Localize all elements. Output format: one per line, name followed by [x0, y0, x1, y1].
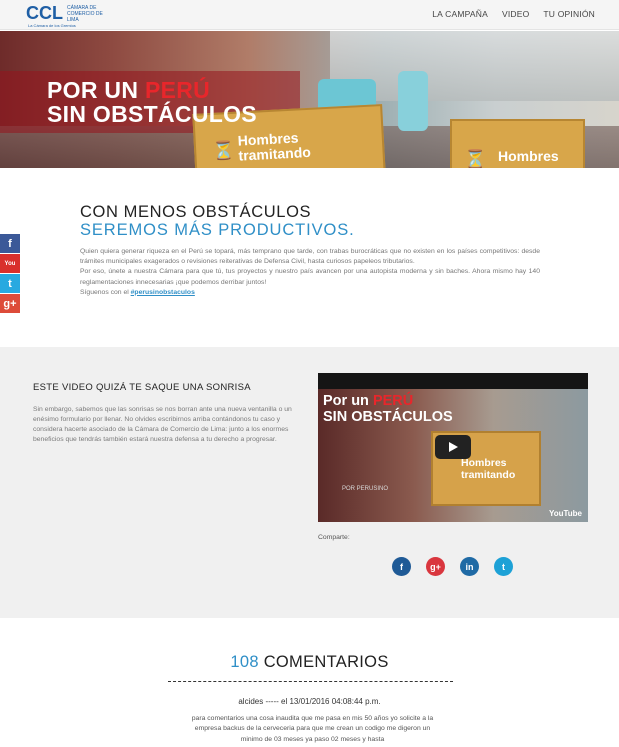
- hero-title-line2: SIN OBSTÁCULOS: [47, 101, 257, 127]
- intro-heading-line1: CON MENOS OBSTÁCULOS: [80, 203, 312, 221]
- intro-paragraph: Quien quiera generar riqueza en el Perú …: [80, 247, 540, 298]
- share-linkedin-icon[interactable]: in: [460, 557, 479, 576]
- nav-video[interactable]: VIDEO: [502, 9, 529, 19]
- video-section: ESTE VIDEO QUIZÁ TE SAQUE UNA SONRISA Si…: [0, 347, 619, 618]
- comments-label: COMENTARIOS: [263, 653, 389, 671]
- nav-la-campana[interactable]: LA CAMPAÑA: [432, 9, 488, 19]
- video-title-prefix: Por un: [323, 393, 373, 409]
- play-button[interactable]: [435, 435, 471, 459]
- share-label: Comparte:: [318, 534, 350, 541]
- share-google-plus-icon[interactable]: g+: [426, 557, 445, 576]
- sidebar-facebook-button[interactable]: f: [0, 234, 20, 253]
- hero-title-prefix: POR UN: [47, 77, 145, 103]
- hero-sign-right-text: Hombres: [498, 148, 559, 164]
- top-bar: CCL CÁMARA DE COMERCIO DE LIMA La Cámara…: [0, 0, 619, 30]
- logo-org-name: CÁMARA DE COMERCIO DE LIMA: [67, 4, 103, 23]
- social-sidebar: f You t g+: [0, 234, 20, 314]
- video-sign-text: Hombres tramitando: [461, 457, 516, 481]
- logo-tagline: La Cámara de los Gremios: [28, 23, 76, 28]
- hero-sign-left-text: Hombres tramitando: [237, 129, 312, 164]
- video-brand: POR PERUSINO: [342, 486, 389, 492]
- video-section-description: Sin embargo, sabemos que las sonrisas se…: [33, 406, 292, 443]
- hero-sign-right: ⏳ Hombres: [450, 119, 585, 168]
- comments-count: 108: [230, 653, 259, 671]
- comments-divider: [168, 681, 453, 682]
- sidebar-youtube-button[interactable]: You: [0, 254, 20, 273]
- hero-banner: ⏳ Hombres tramitando ⏳ Hombres POR UN PE…: [0, 31, 619, 168]
- ccl-logo[interactable]: CCL CÁMARA DE COMERCIO DE LIMA La Cámara…: [26, 3, 107, 28]
- main-nav: LA CAMPAÑA VIDEO TU OPINIÓN: [432, 9, 595, 19]
- comments-title: 108 COMENTARIOS: [0, 653, 619, 672]
- share-twitter-icon[interactable]: t: [494, 557, 513, 576]
- video-top-band: [318, 373, 588, 389]
- intro-paragraph2: Por eso, únete a nuestra Cámara para que…: [80, 268, 540, 286]
- video-player[interactable]: Por un PERÚ SIN OBSTÁCULOS Hombres trami…: [318, 373, 588, 522]
- video-title-overlay: Por un PERÚ SIN OBSTÁCULOS: [323, 393, 453, 425]
- intro-follow-text: Síguenos con el: [80, 288, 131, 296]
- nav-tu-opinion[interactable]: TU OPINIÓN: [543, 9, 595, 19]
- hero-turnstile: [398, 71, 428, 131]
- hero-title: POR UN PERÚ SIN OBSTÁCULOS: [47, 78, 257, 126]
- sidebar-twitter-button[interactable]: t: [0, 274, 20, 293]
- comment-text: para comentarios una cosa inaudita que m…: [191, 715, 434, 743]
- video-title-highlight: PERÚ: [372, 393, 414, 409]
- logo-text: CCL: [26, 3, 63, 23]
- video-title-line2: SIN OBSTÁCULOS: [323, 409, 453, 425]
- hero-title-highlight: PERÚ: [144, 77, 211, 103]
- share-facebook-icon[interactable]: f: [392, 557, 411, 576]
- video-section-heading: ESTE VIDEO QUIZÁ TE SAQUE UNA SONRISA: [33, 382, 251, 393]
- hourglass-icon: ⏳: [464, 149, 487, 168]
- comment-meta: alcides ----- el 13/01/2016 04:08:44 p.m…: [238, 697, 381, 706]
- intro-section: CON MENOS OBSTÁCULOS SEREMOS MÁS PRODUCT…: [80, 203, 540, 298]
- share-buttons: f g+ in t: [392, 557, 513, 576]
- youtube-logo-icon[interactable]: YouTube: [549, 509, 582, 518]
- hashtag-link[interactable]: #perusinobstaculos: [131, 289, 195, 296]
- sidebar-google-plus-button[interactable]: g+: [0, 294, 20, 313]
- intro-heading-line2: SEREMOS MÁS PRODUCTIVOS.: [80, 221, 355, 239]
- intro-paragraph1: Quien quiera generar riqueza en el Perú …: [80, 248, 540, 266]
- hourglass-icon: ⏳: [211, 139, 236, 162]
